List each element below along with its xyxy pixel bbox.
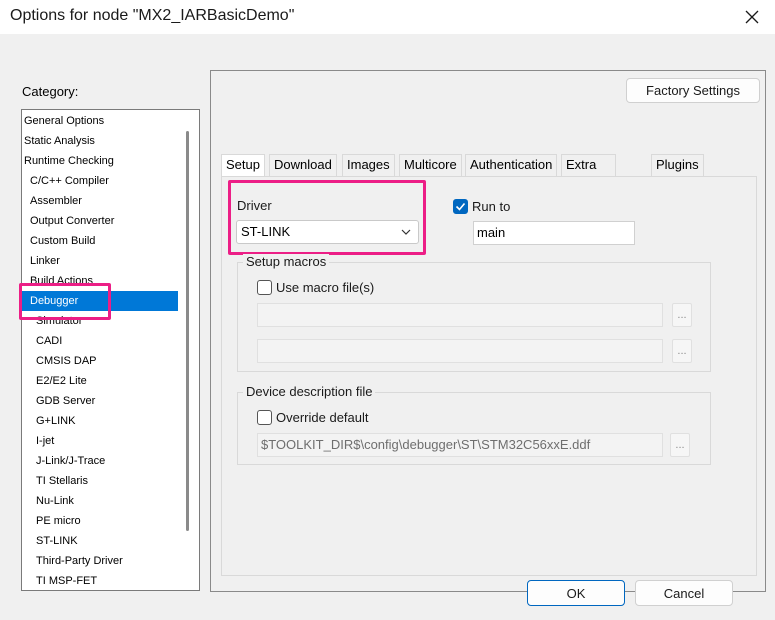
tree-item-static-analysis[interactable]: Static Analysis xyxy=(22,131,178,151)
tree-item-i-jet[interactable]: I-jet xyxy=(22,431,178,451)
macro-browse-button-1[interactable]: ... xyxy=(672,303,692,327)
macro-file-input-1[interactable] xyxy=(257,303,663,327)
tab-extra-options[interactable]: Extra Options xyxy=(561,154,616,192)
driver-select[interactable]: ST-LINK xyxy=(236,220,419,244)
tree-item-debugger[interactable]: Debugger xyxy=(22,291,178,311)
setup-macros-title: Setup macros xyxy=(243,254,330,269)
cancel-button[interactable]: Cancel xyxy=(635,580,733,606)
tree-item-third-party-driver[interactable]: Third-Party Driver xyxy=(22,551,178,571)
device-description-title: Device description file xyxy=(243,384,376,399)
tab-plugins[interactable]: Plugins xyxy=(651,154,704,176)
tree-item-gdb-server[interactable]: GDB Server xyxy=(22,391,178,411)
tree-scrollbar[interactable] xyxy=(186,131,189,531)
tree-item-nu-link[interactable]: Nu-Link xyxy=(22,491,178,511)
run-to-label: Run to xyxy=(472,199,511,214)
tree-item-j-link[interactable]: J-Link/J-Trace xyxy=(22,451,178,471)
tree-item-g-link[interactable]: G+LINK xyxy=(22,411,178,431)
tree-item-st-link[interactable]: ST-LINK xyxy=(22,531,178,551)
tree-item-general-options[interactable]: General Options xyxy=(22,111,178,131)
tree-item-runtime-checking[interactable]: Runtime Checking xyxy=(22,151,178,171)
tab-images[interactable]: Images xyxy=(342,154,395,176)
category-tree[interactable]: General Options Static Analysis Runtime … xyxy=(21,109,200,591)
use-macro-checkbox[interactable] xyxy=(257,280,272,295)
tab-setup[interactable]: Setup xyxy=(221,154,265,177)
factory-settings-button[interactable]: Factory Settings xyxy=(626,78,760,103)
tab-download[interactable]: Download xyxy=(269,154,337,176)
tree-item-cadi[interactable]: CADI xyxy=(22,331,178,351)
driver-label: Driver xyxy=(237,198,272,213)
tree-item-cmsis-dap[interactable]: CMSIS DAP xyxy=(22,351,178,371)
driver-select-value: ST-LINK xyxy=(241,224,291,239)
tree-item-pe-micro[interactable]: PE micro xyxy=(22,511,178,531)
close-icon xyxy=(745,10,759,24)
tree-item-assembler[interactable]: Assembler xyxy=(22,191,178,211)
tree-item-simulator[interactable]: Simulator xyxy=(22,311,178,331)
tree-item-linker[interactable]: Linker xyxy=(22,251,178,271)
close-button[interactable] xyxy=(729,0,775,34)
run-to-input[interactable]: main xyxy=(473,221,635,245)
tree-item-ti-msp-fet[interactable]: TI MSP-FET xyxy=(22,571,178,590)
tree-item-c-compiler[interactable]: C/C++ Compiler xyxy=(22,171,178,191)
macro-file-input-2[interactable] xyxy=(257,339,663,363)
macro-browse-button-2[interactable]: ... xyxy=(672,339,692,363)
tree-item-e2-lite[interactable]: E2/E2 Lite xyxy=(22,371,178,391)
tab-authentication[interactable]: Authentication xyxy=(465,154,558,176)
tree-item-ti-stellaris[interactable]: TI Stellaris xyxy=(22,471,178,491)
category-label: Category: xyxy=(22,84,79,99)
tree-item-build-actions[interactable]: Build Actions xyxy=(22,271,178,291)
run-to-checkbox[interactable] xyxy=(453,199,468,214)
chevron-down-icon xyxy=(401,229,411,235)
tree-item-output-converter[interactable]: Output Converter xyxy=(22,211,178,231)
override-default-label: Override default xyxy=(276,410,369,425)
checkmark-icon xyxy=(455,202,466,211)
tab-multicore[interactable]: Multicore xyxy=(399,154,462,176)
device-browse-button[interactable]: ... xyxy=(670,433,690,457)
override-default-checkbox[interactable] xyxy=(257,410,272,425)
device-file-input[interactable]: $TOOLKIT_DIR$\config\debugger\ST\STM32C5… xyxy=(257,433,663,457)
use-macro-label: Use macro file(s) xyxy=(276,280,375,295)
title-bar: Options for node "MX2_IARBasicDemo" xyxy=(0,0,775,34)
ok-button[interactable]: OK xyxy=(527,580,625,606)
tree-item-custom-build[interactable]: Custom Build xyxy=(22,231,178,251)
window-title: Options for node "MX2_IARBasicDemo" xyxy=(10,7,295,24)
